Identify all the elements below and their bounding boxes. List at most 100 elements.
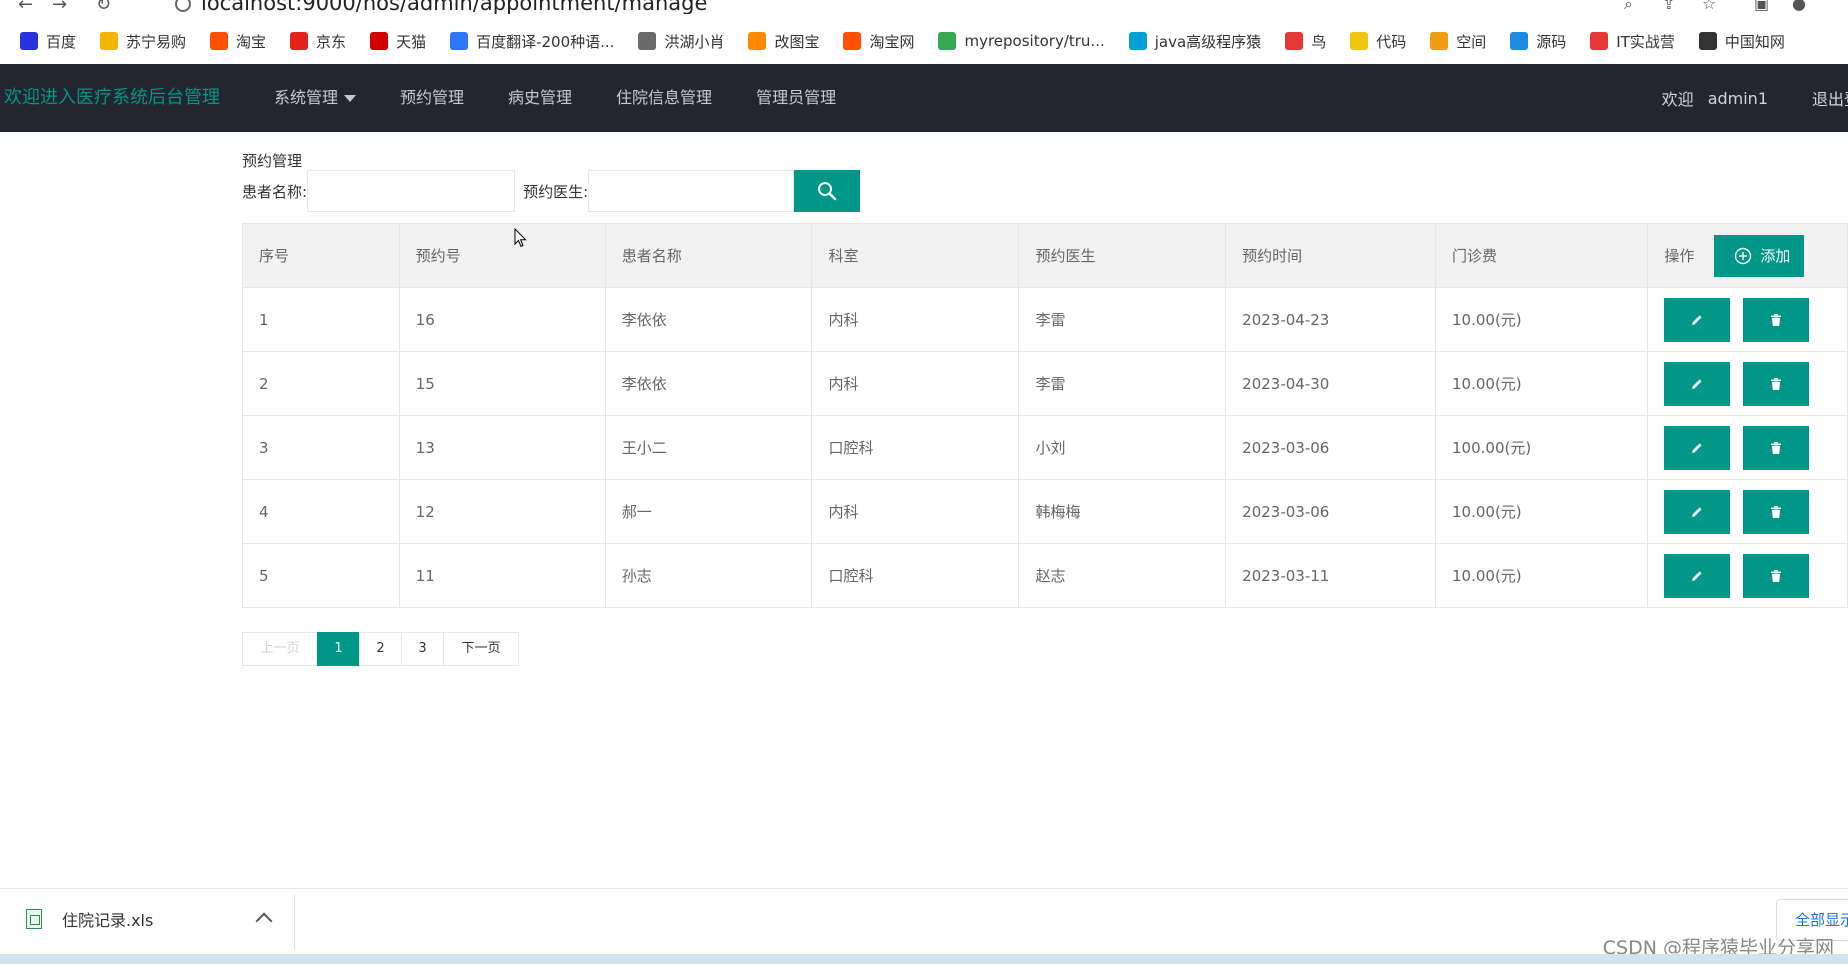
cell-doctor: 李雷: [1018, 287, 1227, 352]
url-text: localhost:9000/hos/admin/appointment/man…: [201, 0, 708, 14]
patient-name-input[interactable]: [307, 170, 516, 212]
bookmark-label: 空间: [1456, 32, 1487, 51]
pagination: 上一页 1 2 3 下一页: [242, 632, 519, 666]
bookmark-item[interactable]: 中国知网: [1698, 31, 1785, 52]
delete-button[interactable]: [1743, 297, 1810, 342]
profile-icon[interactable]: ●: [1792, 0, 1806, 13]
appointment-table: 序号 预约号 患者名称 科室 预约医生 预约时间 门诊费 操作 添加 1 16 李依…: [242, 223, 1848, 608]
cell-index: 3: [242, 415, 400, 480]
page-3-button[interactable]: 3: [401, 632, 444, 666]
bookmark-label: 改图宝: [774, 32, 820, 51]
cell-patient: 李依依: [604, 287, 813, 352]
cell-actions: [1647, 287, 1848, 352]
trash-icon: [1771, 569, 1782, 582]
browser-address-strip: ← → ↻ localhost:9000/hos/admin/appointme…: [0, 0, 1848, 14]
cell-dept: 内科: [811, 287, 1020, 352]
address-bar[interactable]: localhost:9000/hos/admin/appointment/man…: [175, 0, 707, 14]
nav-appointment-management[interactable]: 预约管理: [378, 64, 486, 132]
delete-button[interactable]: [1743, 361, 1810, 406]
chevron-up-icon[interactable]: [255, 912, 273, 930]
bookmark-item[interactable]: 鸟: [1285, 31, 1326, 52]
cell-actions: [1647, 415, 1848, 480]
delete-button[interactable]: [1743, 489, 1810, 534]
forward-arrow-icon[interactable]: →: [52, 0, 67, 14]
bookmark-item[interactable]: 代码: [1350, 31, 1406, 52]
top-nav: 系统管理 预约管理 病史管理 住院信息管理 管理员管理: [252, 64, 858, 132]
bookmark-item[interactable]: 苏宁易购: [100, 31, 186, 52]
bookmark-favicon-icon: [100, 32, 119, 50]
edit-button[interactable]: [1664, 425, 1731, 470]
bookmark-label: 京东: [316, 32, 347, 51]
bookmark-label: 百度翻译-200种语...: [476, 32, 615, 51]
reload-icon[interactable]: ↻: [96, 0, 111, 14]
nav-system-management[interactable]: 系统管理: [252, 64, 378, 132]
trash-icon: [1771, 377, 1782, 390]
bookmark-item[interactable]: 改图宝: [748, 31, 819, 52]
table-row: 4 12 郝一 内科 韩梅梅 2023-03-06 10.00(元): [242, 479, 1848, 544]
bookmark-item[interactable]: 洪湖小肖: [638, 31, 724, 52]
cell-dept: 口腔科: [811, 415, 1020, 480]
search-button[interactable]: [794, 170, 861, 212]
back-arrow-icon[interactable]: ←: [18, 0, 33, 14]
bookmark-item[interactable]: 百度: [20, 31, 76, 52]
edit-button[interactable]: [1664, 489, 1731, 534]
bookmark-label: 代码: [1376, 32, 1407, 51]
bookmark-item[interactable]: 淘宝: [210, 31, 266, 52]
username[interactable]: admin1: [1708, 89, 1768, 108]
bookmark-item[interactable]: 天猫: [370, 31, 426, 52]
cell-date: 2023-03-11: [1225, 543, 1436, 608]
edit-button[interactable]: [1664, 297, 1731, 342]
bookmark-item[interactable]: 百度翻译-200种语...: [450, 31, 614, 52]
star-icon[interactable]: ☆: [1702, 0, 1716, 13]
cell-dept: 内科: [811, 351, 1020, 416]
bookmark-item[interactable]: 源码: [1510, 31, 1566, 52]
bookmark-favicon-icon: [843, 32, 862, 50]
cell-doctor: 小刘: [1018, 415, 1227, 480]
bookmark-item[interactable]: 京东: [290, 31, 346, 52]
search-icon[interactable]: ⌕: [1624, 0, 1633, 14]
cell-doctor: 韩梅梅: [1018, 479, 1227, 544]
bookmark-favicon-icon: [638, 32, 657, 50]
bookmark-item[interactable]: java高级程序猿: [1128, 31, 1262, 52]
cell-date: 2023-03-06: [1225, 479, 1436, 544]
cell-patient: 郝一: [604, 479, 813, 544]
bookmark-item[interactable]: 空间: [1430, 31, 1486, 52]
page-title: 预约管理: [242, 152, 303, 170]
nav-inpatient-management[interactable]: 住院信息管理: [594, 64, 734, 132]
bookmark-item[interactable]: 淘宝网: [843, 31, 914, 52]
actions-label: 操作: [1664, 247, 1695, 265]
site-info-icon[interactable]: [175, 0, 191, 12]
page-2-button[interactable]: 2: [359, 632, 402, 666]
nav-admin-management[interactable]: 管理员管理: [734, 64, 858, 132]
bookmark-label: IT实战营: [1616, 32, 1675, 51]
delete-button[interactable]: [1743, 425, 1810, 470]
cell-doctor: 李雷: [1018, 351, 1227, 416]
prev-page-button[interactable]: 上一页: [242, 632, 318, 666]
nav-history-management[interactable]: 病史管理: [486, 64, 594, 132]
cell-dept: 口腔科: [811, 543, 1020, 608]
page-1-button[interactable]: 1: [317, 632, 360, 666]
col-header-date: 预约时间: [1225, 223, 1436, 288]
bookmark-item[interactable]: myrepository/tru...: [938, 32, 1105, 50]
cell-actions: [1647, 543, 1848, 608]
edit-button[interactable]: [1664, 361, 1731, 406]
add-button[interactable]: 添加: [1714, 234, 1805, 277]
brand-title[interactable]: 欢迎进入医疗系统后台管理: [4, 64, 220, 132]
bookmark-label: 源码: [1536, 32, 1567, 51]
bookmark-label: java高级程序猿: [1154, 32, 1262, 51]
mouse-cursor-icon: [514, 228, 527, 248]
extension-icon[interactable]: ▣: [1754, 0, 1769, 13]
download-item[interactable]: 住院记录.xls: [26, 907, 153, 931]
share-icon[interactable]: ⇪: [1662, 0, 1675, 13]
cell-actions: [1647, 351, 1848, 416]
next-page-button[interactable]: 下一页: [443, 632, 519, 666]
delete-button[interactable]: [1743, 553, 1810, 598]
logout-link[interactable]: 退出登录: [1812, 86, 1848, 110]
col-header-fee: 门诊费: [1434, 223, 1649, 288]
doctor-input[interactable]: [588, 170, 795, 212]
bookmarks-bar: 百度 苏宁易购 淘宝 京东 天猫 百度翻译-200种语... 洪湖小肖 改图宝 淘宝网 myrep…: [0, 26, 1848, 56]
bookmark-item[interactable]: IT实战营: [1590, 31, 1675, 52]
bookmark-label: 鸟: [1311, 32, 1327, 51]
edit-button[interactable]: [1664, 553, 1731, 598]
plus-circle-icon: [1735, 247, 1752, 264]
